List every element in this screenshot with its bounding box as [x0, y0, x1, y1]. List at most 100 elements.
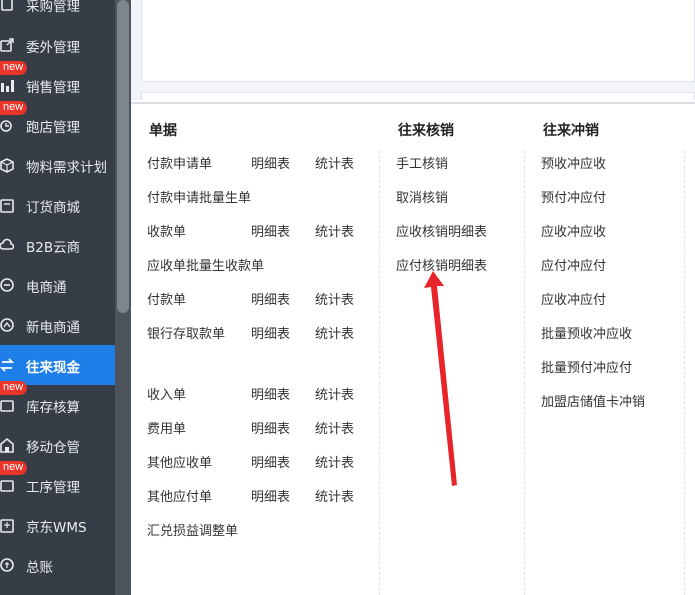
detail-link[interactable]: 明细表	[251, 418, 290, 437]
offset-link[interactable]: 预收冲应收	[541, 153, 606, 172]
detail-link[interactable]: 明细表	[251, 153, 290, 172]
column-divider	[524, 150, 525, 595]
docs-column-title: 单据	[149, 123, 177, 139]
sidebar-item-mrp[interactable]: 物料需求计划	[0, 145, 115, 185]
offset-link[interactable]: 预付冲应付	[541, 187, 606, 206]
stats-link[interactable]: 统计表	[315, 153, 354, 172]
sidebar-item-label: 库存核算	[26, 400, 80, 416]
sidebar-item-b2b[interactable]: B2B云商	[0, 225, 115, 265]
doc-link[interactable]: 银行存取款单	[147, 323, 225, 342]
detail-link[interactable]: 明细表	[251, 486, 290, 505]
inventory-icon	[0, 400, 14, 412]
cash-icon	[0, 358, 14, 372]
sidebar-item-new-ecommerce[interactable]: 新电商通	[0, 305, 115, 345]
new-badge: new	[0, 101, 28, 115]
sidebar-scrollbar-thumb[interactable]	[117, 0, 129, 313]
doc-link[interactable]: 付款申请单	[147, 153, 212, 172]
mall-icon	[0, 199, 14, 213]
sidebar-item-label: 电商通	[26, 280, 67, 296]
stats-link[interactable]: 统计表	[315, 486, 354, 505]
sales-icon	[1, 80, 14, 92]
doc-link[interactable]: 其他应收单	[147, 452, 212, 471]
sidebar-item-label: 京东WMS	[26, 520, 87, 536]
new-badge: new	[0, 381, 28, 395]
sidebar-item-sales[interactable]: 销售管理 new	[0, 61, 115, 105]
sidebar-item-purchase[interactable]: 采购管理	[0, 0, 115, 24]
doc-link[interactable]: 其他应付单	[147, 486, 212, 505]
offset-link[interactable]: 批量预收冲应收	[541, 323, 632, 342]
doc-link[interactable]: 收款单	[147, 221, 186, 240]
sidebar: 采购管理 委外管理 销售管理 new 跑店管理 new 物料需求计划 订货商城 …	[0, 0, 115, 595]
wms-icon	[0, 519, 14, 533]
doc-link[interactable]: 汇兑损益调整单	[147, 520, 238, 539]
sidebar-item-wms[interactable]: 京东WMS	[0, 505, 115, 545]
sidebar-item-ecommerce[interactable]: 电商通	[0, 265, 115, 305]
detail-link[interactable]: 明细表	[251, 323, 290, 342]
sidebar-item-label: 往来现金	[26, 360, 80, 376]
annotation-arrow-icon	[424, 271, 457, 486]
detail-link[interactable]: 明细表	[251, 289, 290, 308]
sidebar-item-label: B2B云商	[26, 240, 81, 256]
offset-link[interactable]: 加盟店储值卡冲销	[541, 391, 645, 410]
stats-link[interactable]: 统计表	[315, 221, 354, 240]
offset-column-title: 往来冲销	[543, 123, 599, 139]
sidebar-item-label: 物料需求计划	[26, 160, 107, 176]
verification-column-title: 往来核销	[398, 123, 454, 139]
verification-link[interactable]: 取消核销	[396, 187, 448, 206]
sidebar-item-label: 新电商通	[26, 320, 80, 336]
sidebar-item-label: 工序管理	[26, 480, 80, 496]
process-icon	[0, 480, 14, 492]
top-panel	[141, 0, 695, 82]
sidebar-item-label: 移动仓管	[26, 440, 80, 456]
top-panel-strip	[141, 92, 695, 100]
sidebar-item-label: 订货商城	[26, 200, 80, 216]
stats-link[interactable]: 统计表	[315, 418, 354, 437]
new-badge: new	[0, 461, 28, 475]
verification-link[interactable]: 手工核销	[396, 153, 448, 172]
doc-link[interactable]: 应收单批量生收款单	[147, 255, 264, 274]
ecommerce-icon	[0, 278, 14, 292]
ledger-icon	[0, 558, 14, 572]
sidebar-item-mobile-warehouse[interactable]: 移动仓管	[0, 425, 115, 465]
purchase-icon	[1, 0, 13, 11]
sidebar-item-ledger[interactable]: 总账	[0, 545, 115, 585]
store-visit-icon	[0, 120, 12, 132]
mrp-icon	[0, 158, 14, 173]
offset-link[interactable]: 应付冲应付	[541, 255, 606, 274]
stats-link[interactable]: 统计表	[315, 289, 354, 308]
column-divider	[379, 150, 380, 595]
detail-link[interactable]: 明细表	[251, 221, 290, 240]
sidebar-item-label: 采购管理	[26, 0, 80, 15]
sidebar-item-label: 跑店管理	[26, 120, 80, 136]
verification-link[interactable]: 应收核销明细表	[396, 221, 487, 240]
sidebar-item-label: 销售管理	[26, 80, 80, 96]
app-root: 采购管理 委外管理 销售管理 new 跑店管理 new 物料需求计划 订货商城 …	[0, 0, 695, 595]
sidebar-item-store-visit[interactable]: 跑店管理 new	[0, 101, 115, 145]
outsource-icon	[0, 38, 14, 52]
sidebar-item-process[interactable]: 工序管理 new	[0, 461, 115, 505]
doc-link[interactable]: 付款单	[147, 289, 186, 308]
stats-link[interactable]: 统计表	[315, 452, 354, 471]
sidebar-item-label: 委外管理	[26, 40, 80, 56]
sidebar-item-label: 总账	[26, 560, 53, 576]
sidebar-item-mall[interactable]: 订货商城	[0, 185, 115, 225]
doc-link[interactable]: 收入单	[147, 384, 186, 403]
new-ecommerce-icon	[0, 318, 14, 332]
detail-link[interactable]: 明细表	[251, 384, 290, 403]
sidebar-item-inventory[interactable]: 库存核算 new	[0, 381, 115, 425]
offset-link[interactable]: 应收冲应付	[541, 289, 606, 308]
stats-link[interactable]: 统计表	[315, 384, 354, 403]
sidebar-item-outsource[interactable]: 委外管理	[0, 25, 115, 65]
offset-link[interactable]: 应收冲应收	[541, 221, 606, 240]
detail-link[interactable]: 明细表	[251, 452, 290, 471]
doc-link[interactable]: 费用单	[147, 418, 186, 437]
new-badge: new	[0, 61, 28, 75]
divider	[131, 102, 695, 104]
mobile-warehouse-icon	[0, 437, 14, 453]
sidebar-item-cash[interactable]: 往来现金	[0, 345, 115, 385]
column-divider	[684, 150, 685, 595]
doc-link[interactable]: 付款申请批量生单	[147, 187, 251, 206]
cloud-icon	[0, 238, 14, 250]
offset-link[interactable]: 批量预付冲应付	[541, 357, 632, 376]
stats-link[interactable]: 统计表	[315, 323, 354, 342]
